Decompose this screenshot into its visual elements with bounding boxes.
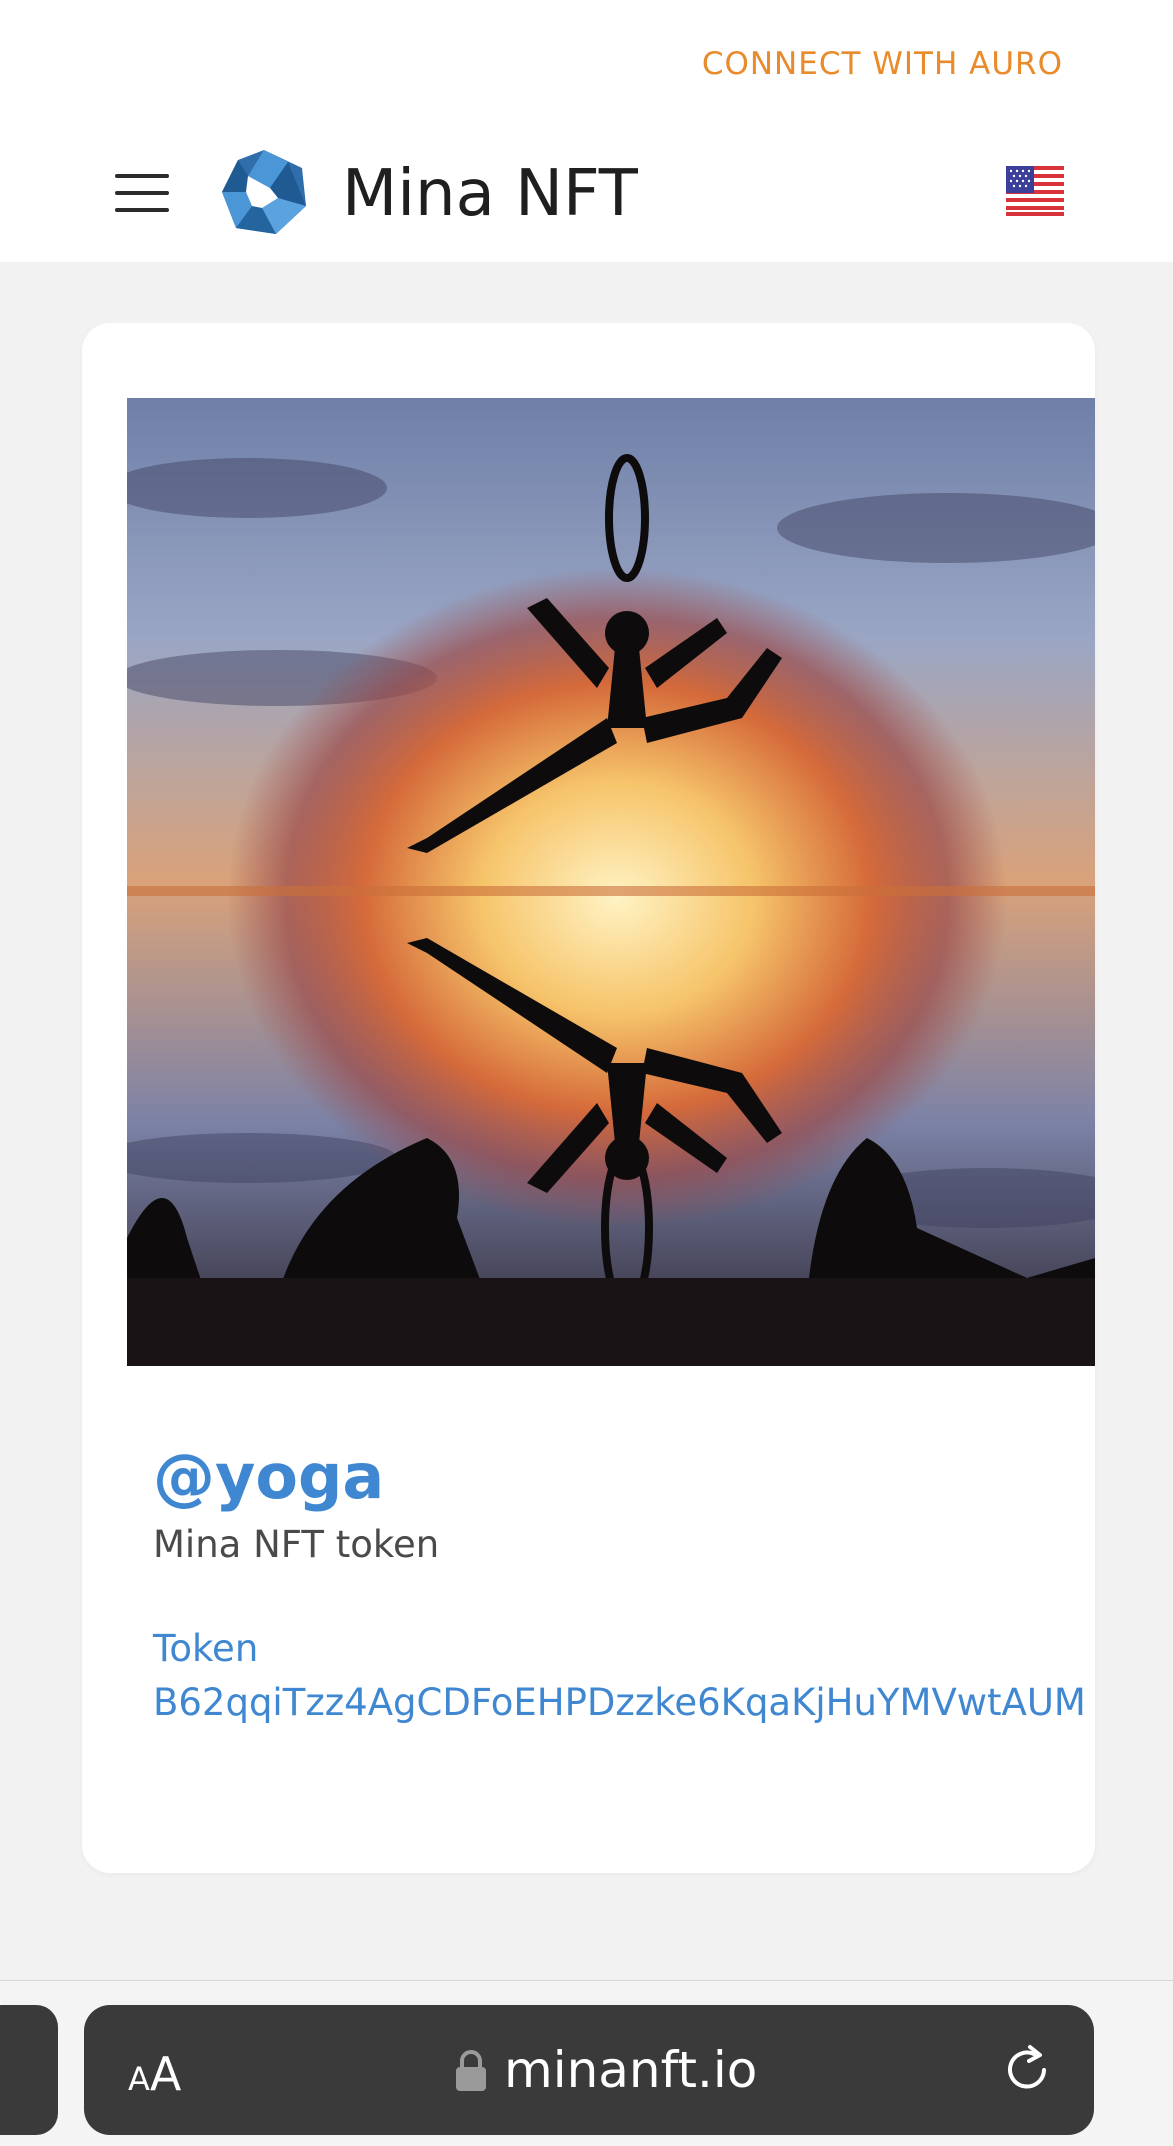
previous-tab-preview[interactable]	[0, 2005, 58, 2135]
us-flag-icon[interactable]	[1006, 166, 1064, 216]
mina-nft-logo-icon[interactable]	[218, 148, 310, 236]
brand-name[interactable]: Mina NFT	[342, 157, 638, 231]
nft-subtitle: Mina NFT token	[153, 1523, 440, 1566]
address-url[interactable]: minanft.io	[504, 2041, 757, 2099]
top-header: CONNECT WITH AURO Mina NFT	[0, 0, 1173, 262]
nft-handle: @yoga	[153, 1440, 385, 1513]
browser-address-bar[interactable]: AA minanft.io	[84, 2005, 1094, 2135]
text-size-button[interactable]: AA	[128, 2047, 181, 2101]
reload-icon[interactable]	[1000, 2043, 1054, 2097]
token-address-link[interactable]: B62qqiTzz4AgCDFoEHPDzzke6KqaKjHuYMVwtAUM	[153, 1681, 1095, 1724]
hamburger-menu-icon[interactable]	[115, 174, 169, 212]
token-label: Token	[153, 1627, 259, 1670]
nft-card: @yoga Mina NFT token Token B62qqiTzz4AgC…	[82, 323, 1095, 1873]
lock-icon	[456, 2050, 486, 2091]
nft-artwork-image[interactable]	[127, 398, 1095, 1366]
connect-with-auro-button[interactable]: CONNECT WITH AURO	[702, 46, 1063, 82]
